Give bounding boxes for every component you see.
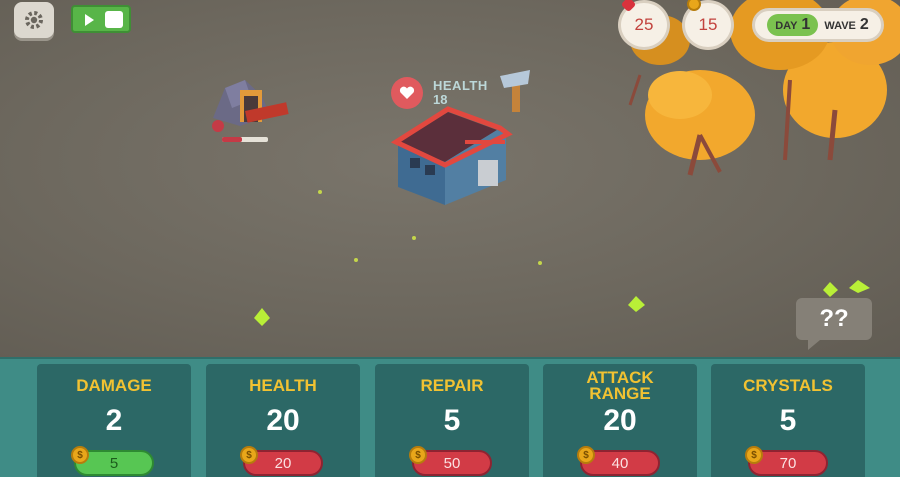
heart-icon: [391, 77, 423, 109]
mystery-bubble[interactable]: ??: [796, 298, 872, 350]
coin-icon: $: [577, 446, 595, 464]
wave-value: 2: [859, 16, 869, 33]
gems-counter: 25: [618, 0, 670, 50]
coins-counter: 15: [682, 0, 734, 50]
day-value: 1: [801, 16, 811, 33]
scene-art: [212, 0, 900, 326]
upgrade-cost: 50: [443, 454, 461, 472]
upgrade-card-crystals[interactable]: CRYSTALS 5 70 $: [711, 364, 865, 477]
headquarters[interactable]: [390, 106, 513, 205]
upgrade-card-repair[interactable]: REPAIR 5 50 $: [375, 364, 529, 477]
mine-enemy-spawn: [212, 80, 289, 142]
upgrade-card-attack-range[interactable]: ATTACK RANGE 20 40 $: [543, 364, 697, 477]
upgrade-panel: DAMAGE 2 5 $ HEALTH 20 20 $ REPAIR 5 50 …: [0, 357, 900, 477]
upgrade-title: ATTACK RANGE: [586, 368, 654, 403]
building-health-text: HEALTH 18: [433, 79, 488, 107]
day-wave-indicator: DAY 1 WAVE 2: [752, 8, 884, 42]
coins-value: 15: [698, 15, 718, 34]
speed-toggle[interactable]: [71, 5, 131, 33]
upgrade-title: CRYSTALS: [743, 376, 833, 395]
coin-icon: $: [71, 446, 89, 464]
day-label: DAY: [775, 20, 798, 32]
upgrade-cost: 40: [611, 454, 629, 472]
gems-value: 25: [634, 15, 654, 34]
play-icon: [85, 14, 94, 26]
upgrade-cost: 5: [109, 454, 119, 472]
day-pill: DAY 1: [767, 14, 819, 36]
upgrade-title: DAMAGE: [76, 376, 152, 395]
wave-group: WAVE 2: [824, 16, 868, 34]
gear-icon: [25, 11, 43, 29]
coin-icon: $: [240, 446, 258, 464]
building-health: HEALTH 18: [391, 77, 488, 109]
settings-button[interactable]: [14, 2, 54, 38]
toggle-knob[interactable]: [105, 11, 123, 28]
health-value: 18: [433, 92, 448, 107]
coin-icon: $: [409, 446, 427, 464]
game-field[interactable]: 25 15 DAY 1 WAVE 2 HEALTH 18 ??: [0, 0, 900, 357]
coin-icon: [687, 0, 701, 11]
wave-label: WAVE: [824, 20, 856, 32]
upgrade-cost: 20: [274, 454, 292, 472]
upgrade-value: 20: [266, 404, 300, 437]
upgrade-card-health[interactable]: HEALTH 20 20 $: [206, 364, 360, 477]
coin-icon: $: [745, 446, 763, 464]
upgrade-value: 5: [443, 404, 461, 437]
gem-icon: [620, 0, 637, 13]
upgrade-value: 20: [603, 404, 637, 437]
crystals: [254, 190, 870, 326]
upgrade-title: HEALTH: [249, 376, 317, 395]
upgrade-value: 2: [105, 404, 123, 437]
upgrade-title: REPAIR: [420, 376, 484, 395]
hammer-icon: [500, 70, 530, 112]
upgrade-cost: 70: [779, 454, 797, 472]
upgrade-value: 5: [779, 404, 797, 437]
upgrade-card-damage[interactable]: DAMAGE 2 5 $: [37, 364, 191, 477]
health-label: HEALTH: [433, 78, 488, 93]
